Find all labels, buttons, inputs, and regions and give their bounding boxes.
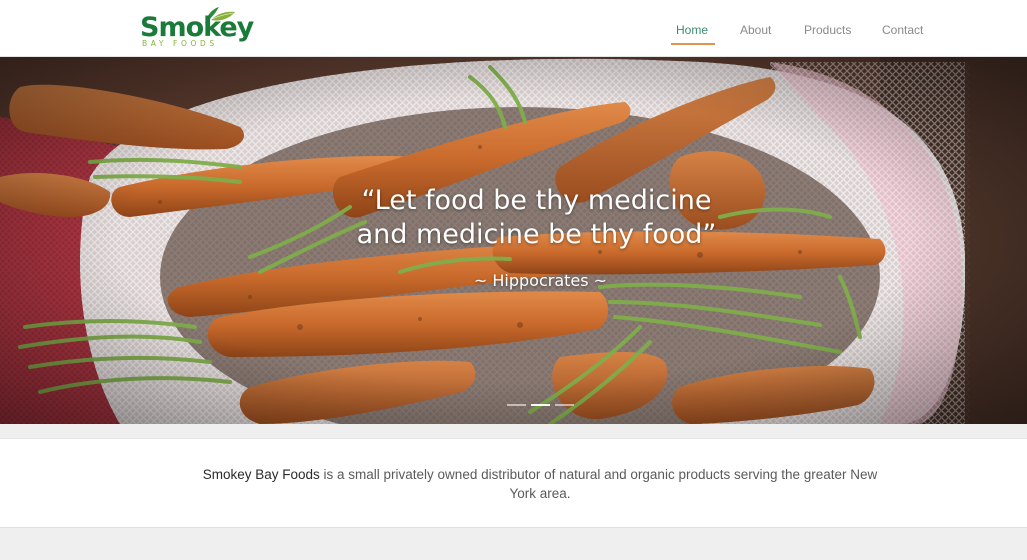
intro-paragraph: Smokey Bay Foods is a small privately ow… — [200, 465, 880, 503]
hero-quote-line2: and medicine be thy food” — [356, 219, 717, 250]
intro-brand-name: Smokey Bay Foods — [202, 467, 320, 482]
nav-products[interactable]: Products — [804, 22, 851, 38]
hero-slider: “Let food be thy medicine and medicine b… — [0, 57, 1027, 424]
hero-quote-author: ~ Hippocrates ~ — [473, 271, 608, 290]
nav-home[interactable]: Home — [676, 22, 708, 38]
slider-dot-3[interactable] — [555, 404, 574, 406]
slider-dot-1[interactable] — [507, 404, 526, 406]
site-header: Smokey BAY FOODS Home About Products Con… — [0, 0, 1027, 57]
slider-indicators — [507, 404, 577, 408]
nav-about[interactable]: About — [740, 22, 771, 38]
hero-quote-line1: “Let food be thy medicine — [361, 185, 712, 216]
hero-quote: “Let food be thy medicine and medicine b… — [0, 184, 1027, 252]
main-nav: Home About Products Contact — [0, 0, 1027, 57]
nav-active-indicator — [671, 43, 715, 45]
intro-text: is a small privately owned distributor o… — [319, 467, 878, 501]
slider-dot-2[interactable] — [531, 404, 550, 406]
nav-contact[interactable]: Contact — [882, 22, 923, 38]
intro-section: Smokey Bay Foods is a small privately ow… — [0, 438, 1027, 528]
